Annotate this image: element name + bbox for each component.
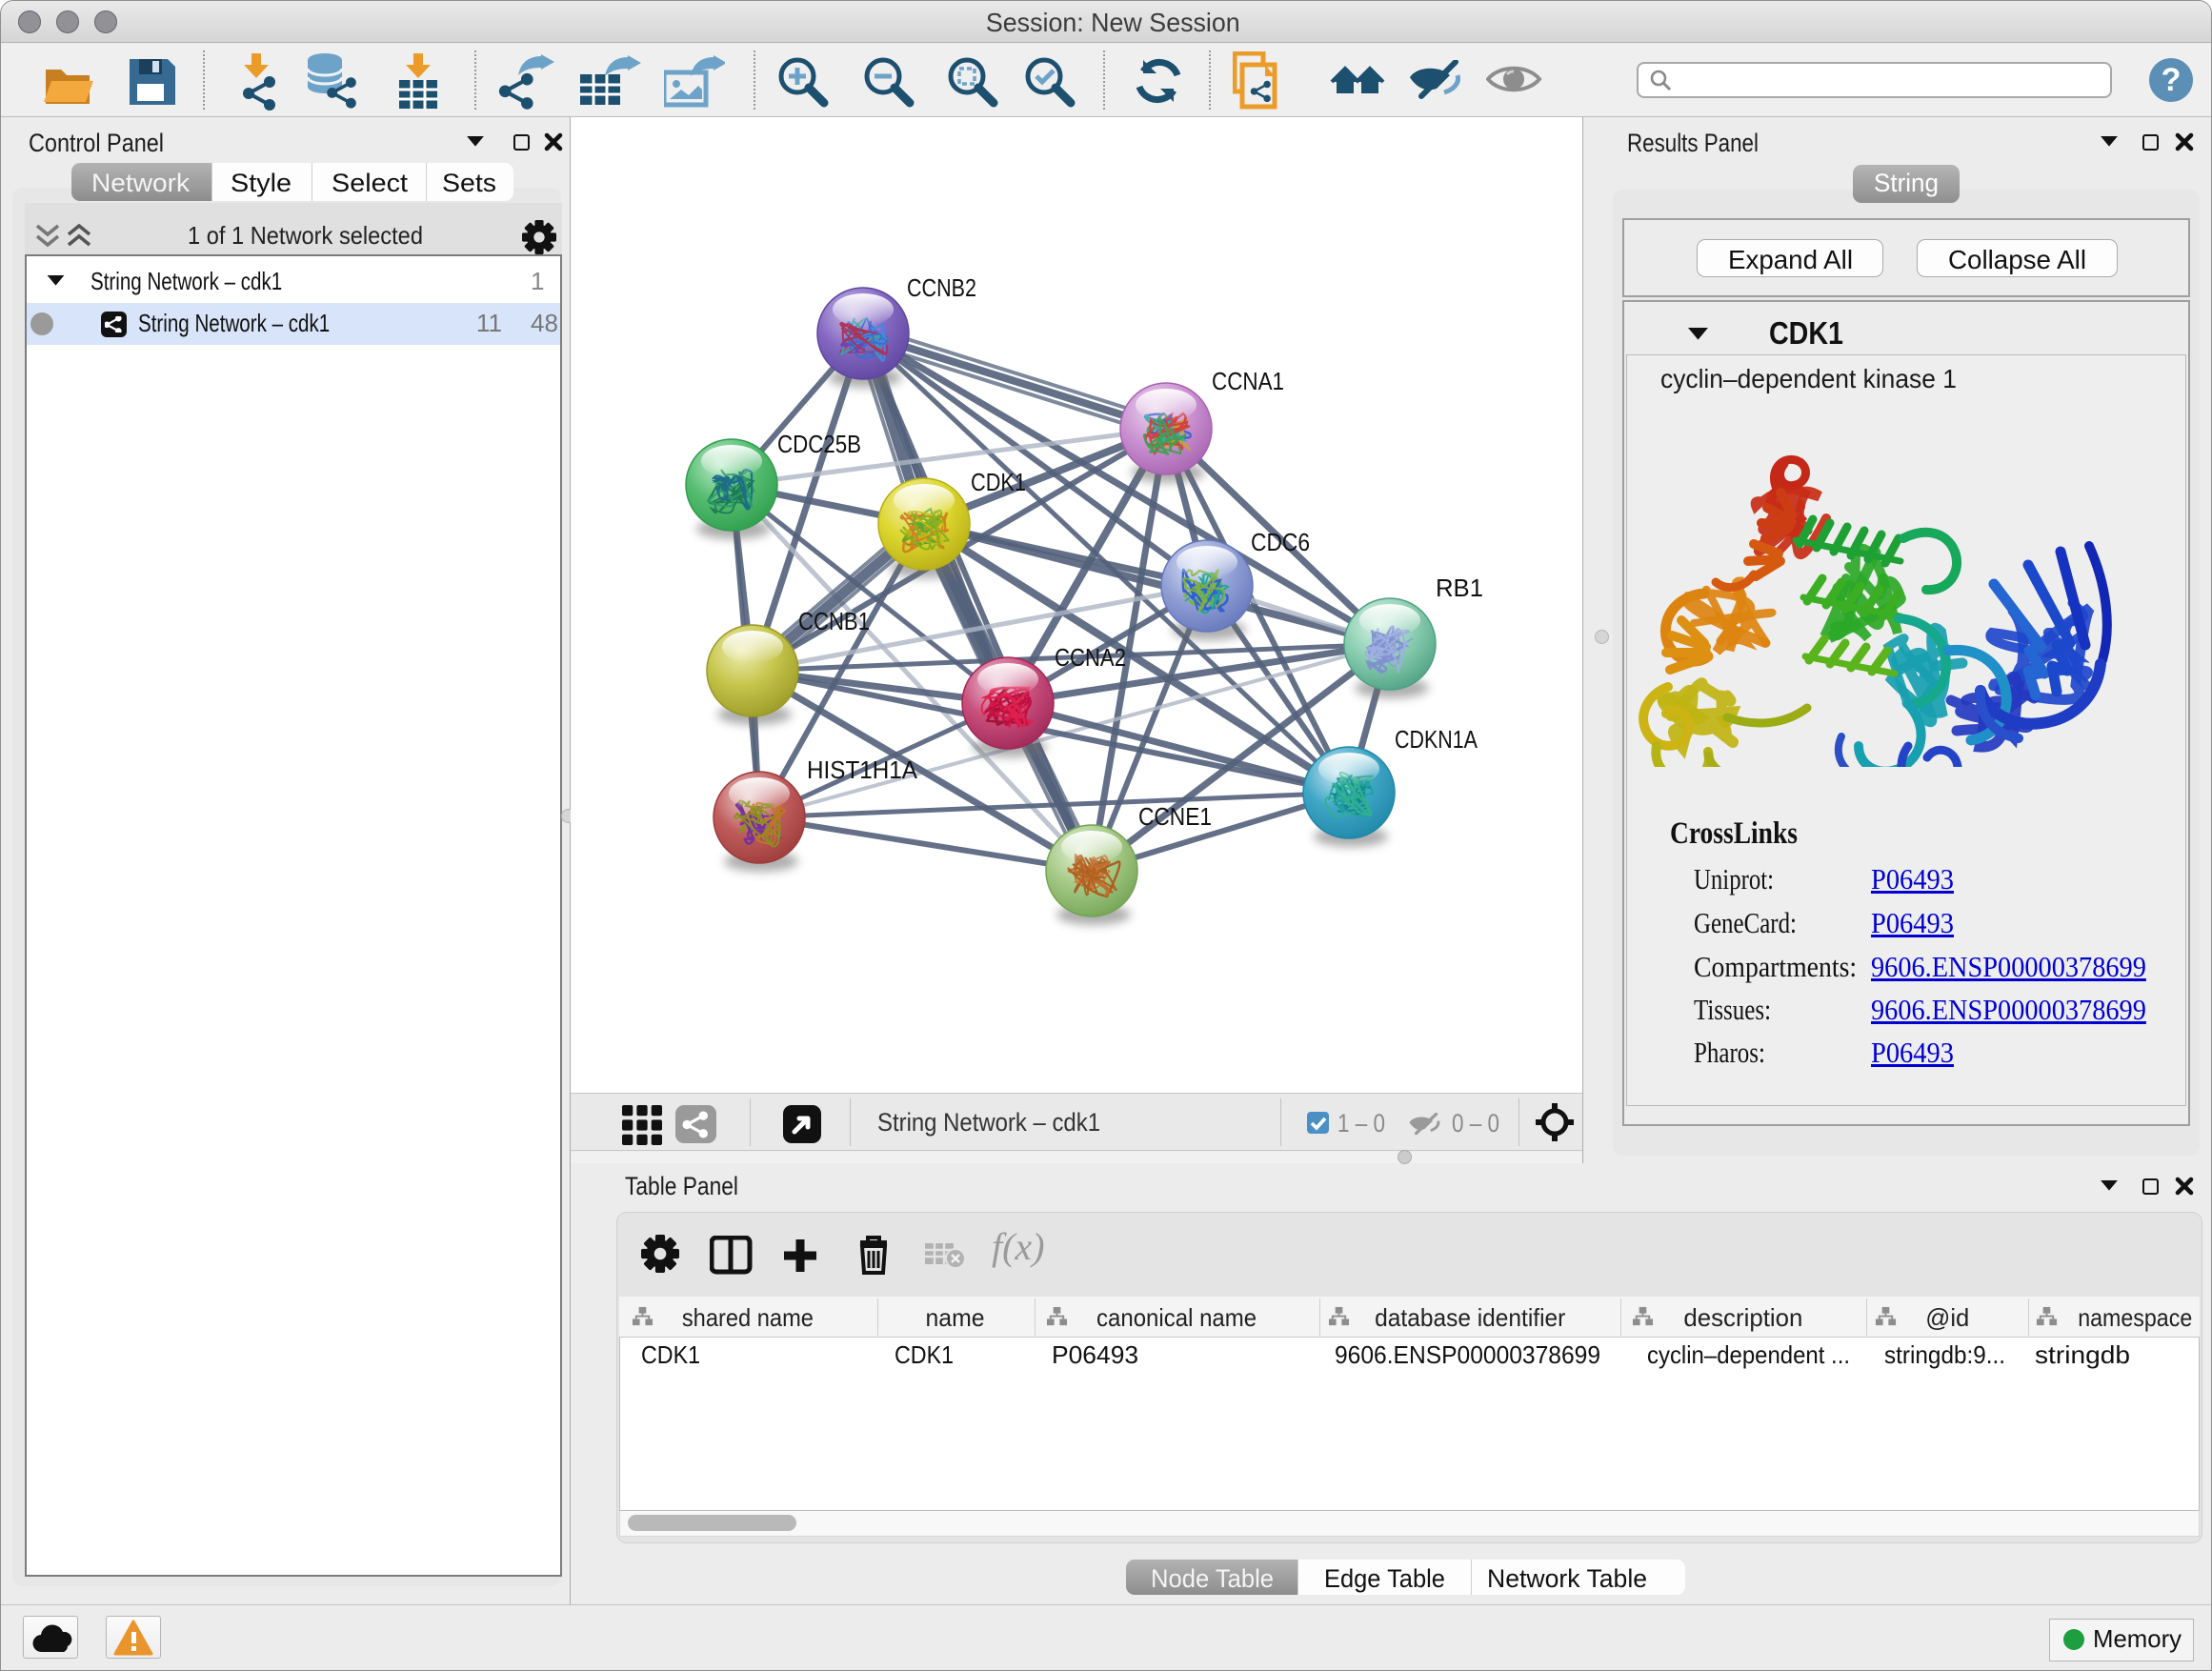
svg-text:CDC25B: CDC25B: [777, 430, 861, 458]
svg-text:CDC6: CDC6: [1251, 528, 1310, 556]
svg-text:CCNB1: CCNB1: [798, 607, 870, 635]
svg-text:CDKN1A: CDKN1A: [1395, 725, 1478, 754]
svg-text:RB1: RB1: [1436, 574, 1483, 602]
svg-text:HIST1H1A: HIST1H1A: [807, 755, 918, 784]
svg-text:CCNA1: CCNA1: [1212, 367, 1284, 395]
svg-text:CDK1: CDK1: [971, 468, 1026, 496]
svg-text:CCNB2: CCNB2: [907, 273, 976, 302]
svg-text:CCNE1: CCNE1: [1138, 802, 1212, 831]
svg-text:CCNA2: CCNA2: [1055, 643, 1126, 672]
